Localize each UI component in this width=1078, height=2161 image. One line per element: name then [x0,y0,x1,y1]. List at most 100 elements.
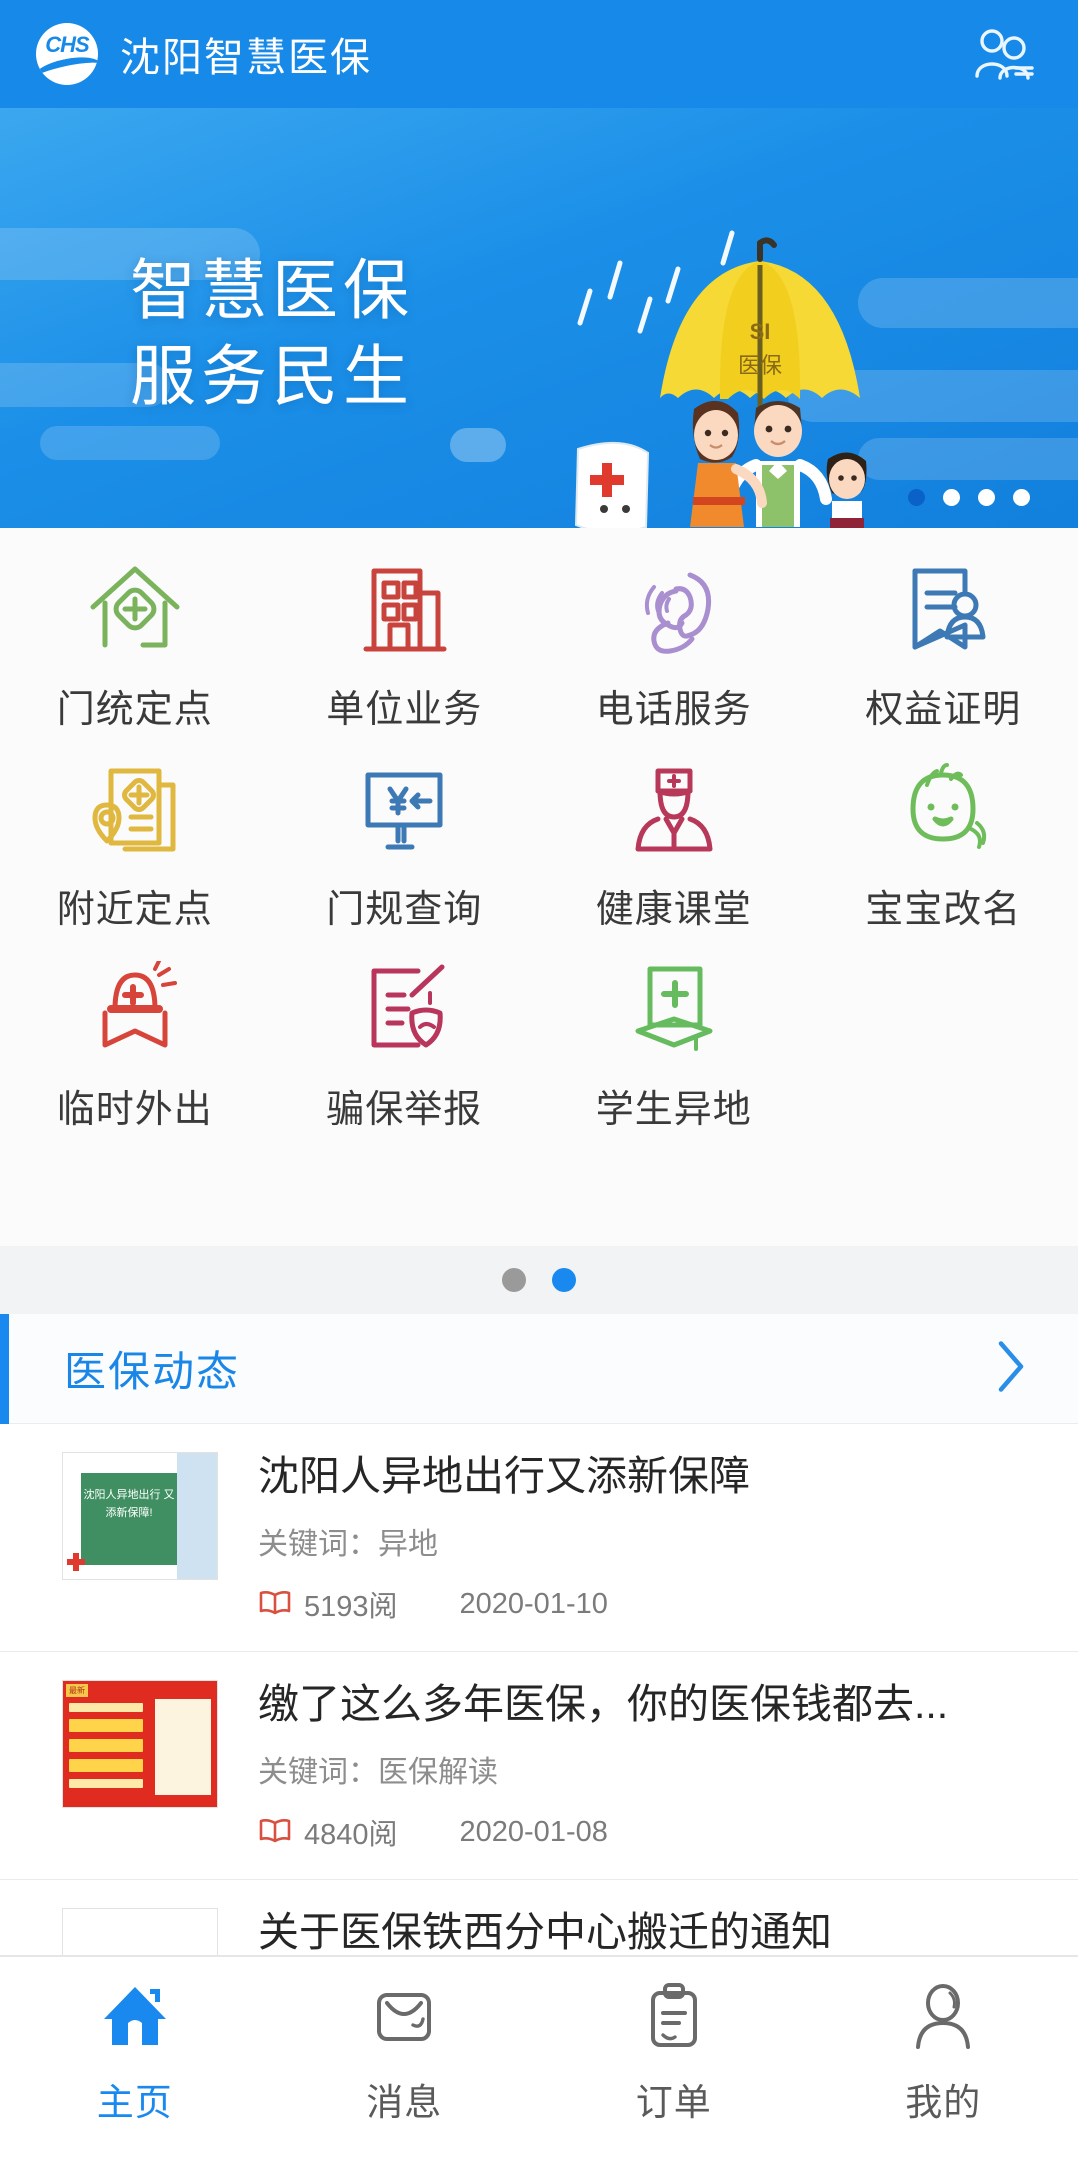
thumb-line [69,1779,143,1788]
news-list[interactable]: 沈阳人异地出行 又添新保障! 沈阳人异地出行又添新保障 关键词：异地 [0,1424,1078,1955]
book-open-icon [258,1817,292,1848]
thumb-poster: 最新 [63,1681,217,1807]
news-list-item[interactable]: 沈阳人异地出行 又添新保障! 沈阳人异地出行又添新保障 关键词：异地 [0,1424,1078,1652]
news-section-header[interactable]: 医保动态 [0,1314,1078,1424]
news-title: 缴了这么多年医保，你的医保钱都去... [258,1680,1038,1729]
certificate-person-icon [889,556,997,660]
grid-item-mengui-chaxun[interactable]: 门规查询 [270,756,540,956]
grid-page-dot[interactable] [502,1268,526,1292]
hero-banner[interactable]: 智慧医保 服务民生 [0,108,1078,528]
banner-headline: 智慧医保 服务民生 [130,248,414,420]
app-header: CHS 沈阳智慧医保 [0,0,1078,108]
grid-page-dot[interactable] [552,1268,576,1292]
grid-item-mentong-dingdian[interactable]: 门统定点 [0,556,270,756]
header-brand: CHS 沈阳智慧医保 [0,23,372,85]
report-shield-icon [350,956,458,1060]
grid-page-dots[interactable] [0,1246,1078,1314]
thumb-line [69,1739,143,1752]
tab-profile[interactable]: 我的 [809,1957,1078,2161]
tab-home[interactable]: 主页 [0,1957,270,2161]
chs-logo-text: CHS [36,32,98,58]
news-title: 关于医保铁西分中心搬迁的通知 [258,1908,1038,1955]
thumb-poster-lines [69,1703,143,1795]
news-date: 2020-01-10 [460,1588,608,1621]
grid-item-label: 学生异地 [596,1078,752,1133]
envelope-icon [364,1976,444,2056]
tab-messages[interactable]: 消息 [270,1957,540,2161]
news-section-title: 医保动态 [64,1338,240,1399]
news-title: 沈阳人异地出行又添新保障 [258,1452,1038,1501]
news-meta: 5193阅 2020-01-10 [258,1583,1038,1625]
office-building-icon [350,556,458,660]
grid-item-xuesheng-yidi[interactable]: 学生异地 [539,956,809,1156]
grid-item-linshi-waichu[interactable]: 临时外出 [0,956,270,1156]
section-accent-bar [0,1314,9,1424]
book-open-icon [258,1589,292,1620]
chevron-right-icon[interactable] [994,1337,1028,1400]
tab-label: 主页 [97,2072,173,2126]
carousel-dot[interactable] [1013,489,1030,506]
news-thumbnail: 最新 [62,1680,218,1808]
chs-logo: CHS [36,23,98,85]
map-pin-document-icon [81,756,189,860]
carousel-dot[interactable] [978,489,995,506]
users-icon[interactable] [972,26,1036,82]
decor-cloud [40,426,220,460]
news-date: 2020-01-08 [460,1816,608,1849]
thumb-poster: //\ THE NOTICE [63,1909,217,1955]
grid-item-pianbao-jubao[interactable]: 骗保举报 [270,956,540,1156]
thumb-cross-icon [65,1551,87,1573]
family-umbrella-illustration: SI 医保 [560,213,1000,528]
clipboard-icon [634,1976,714,2056]
decor-bubble [450,428,506,462]
grid-item-label: 门统定点 [57,678,213,733]
tab-label: 消息 [366,2072,442,2126]
grid-item-label: 单位业务 [326,678,482,733]
tab-orders[interactable]: 订单 [539,1957,809,2161]
grid-item-label: 电话服务 [596,678,752,733]
grid-item-label: 骗保举报 [326,1078,482,1133]
news-content: 缴了这么多年医保，你的医保钱都去... 关键词：医保解读 4840阅 2020-… [258,1680,1038,1853]
home-icon [95,1976,175,2056]
news-keyword: 关键词：异地 [258,1519,1038,1563]
thumb-poster: 沈阳人异地出行 又添新保障! [81,1473,177,1565]
thumb-decor [177,1453,217,1580]
baby-face-icon [889,756,997,860]
grid-item-label: 宝宝改名 [865,878,1021,933]
grid-item-label: 权益证明 [865,678,1021,733]
thumb-line [69,1719,143,1732]
ear-phone-icon [620,556,728,660]
news-keyword: 关键词：医保解读 [258,1747,1038,1791]
tab-label: 我的 [905,2072,981,2126]
carousel-dot[interactable] [908,489,925,506]
thumb-poster-text: 沈阳人异地出行 又添新保障! [81,1473,177,1522]
grid-item-jiankang-ketang[interactable]: 健康课堂 [539,756,809,956]
grid-item-dianhua-fuwu[interactable]: 电话服务 [539,556,809,756]
grid-item-danwei-yewu[interactable]: 单位业务 [270,556,540,756]
grid-item-quanyi-zhengming[interactable]: 权益证明 [809,556,1078,756]
news-content: 沈阳人异地出行又添新保障 关键词：异地 5193阅 2020-01-10 [258,1452,1038,1625]
news-read-count: 4840阅 [304,1811,398,1853]
house-medical-icon [81,556,189,660]
carousel-dot[interactable] [943,489,960,506]
news-list-item[interactable]: 最新 缴了这么多年医保，你的医保钱都去... 关键词：医保解读 [0,1652,1078,1880]
tab-label: 订单 [636,2072,712,2126]
student-book-icon [620,956,728,1060]
news-content: 关于医保铁西分中心搬迁的通知 [258,1908,1038,1955]
service-grid: 门统定点 单位业务 [0,528,1078,1156]
banner-carousel-dots[interactable] [908,489,1030,506]
news-list-item[interactable]: //\ THE NOTICE 关于医保铁西分中心搬迁的通知 [0,1880,1078,1955]
doctor-icon [620,756,728,860]
svg-text:SI: SI [750,319,771,344]
thumb-badge: 最新 [66,1684,88,1697]
news-read-count: 5193阅 [304,1583,398,1625]
app-title: 沈阳智慧医保 [120,25,372,83]
thumb-line [69,1703,143,1712]
news-thumbnail: 沈阳人异地出行 又添新保障! [62,1452,218,1580]
grid-item-fujin-dingdian[interactable]: 附近定点 [0,756,270,956]
banner-line-1: 智慧医保 [130,248,414,334]
grid-item-label: 门规查询 [326,878,482,933]
news-meta: 4840阅 2020-01-08 [258,1811,1038,1853]
news-thumbnail: //\ THE NOTICE [62,1908,218,1955]
grid-item-baobao-gaiming[interactable]: 宝宝改名 [809,756,1078,956]
